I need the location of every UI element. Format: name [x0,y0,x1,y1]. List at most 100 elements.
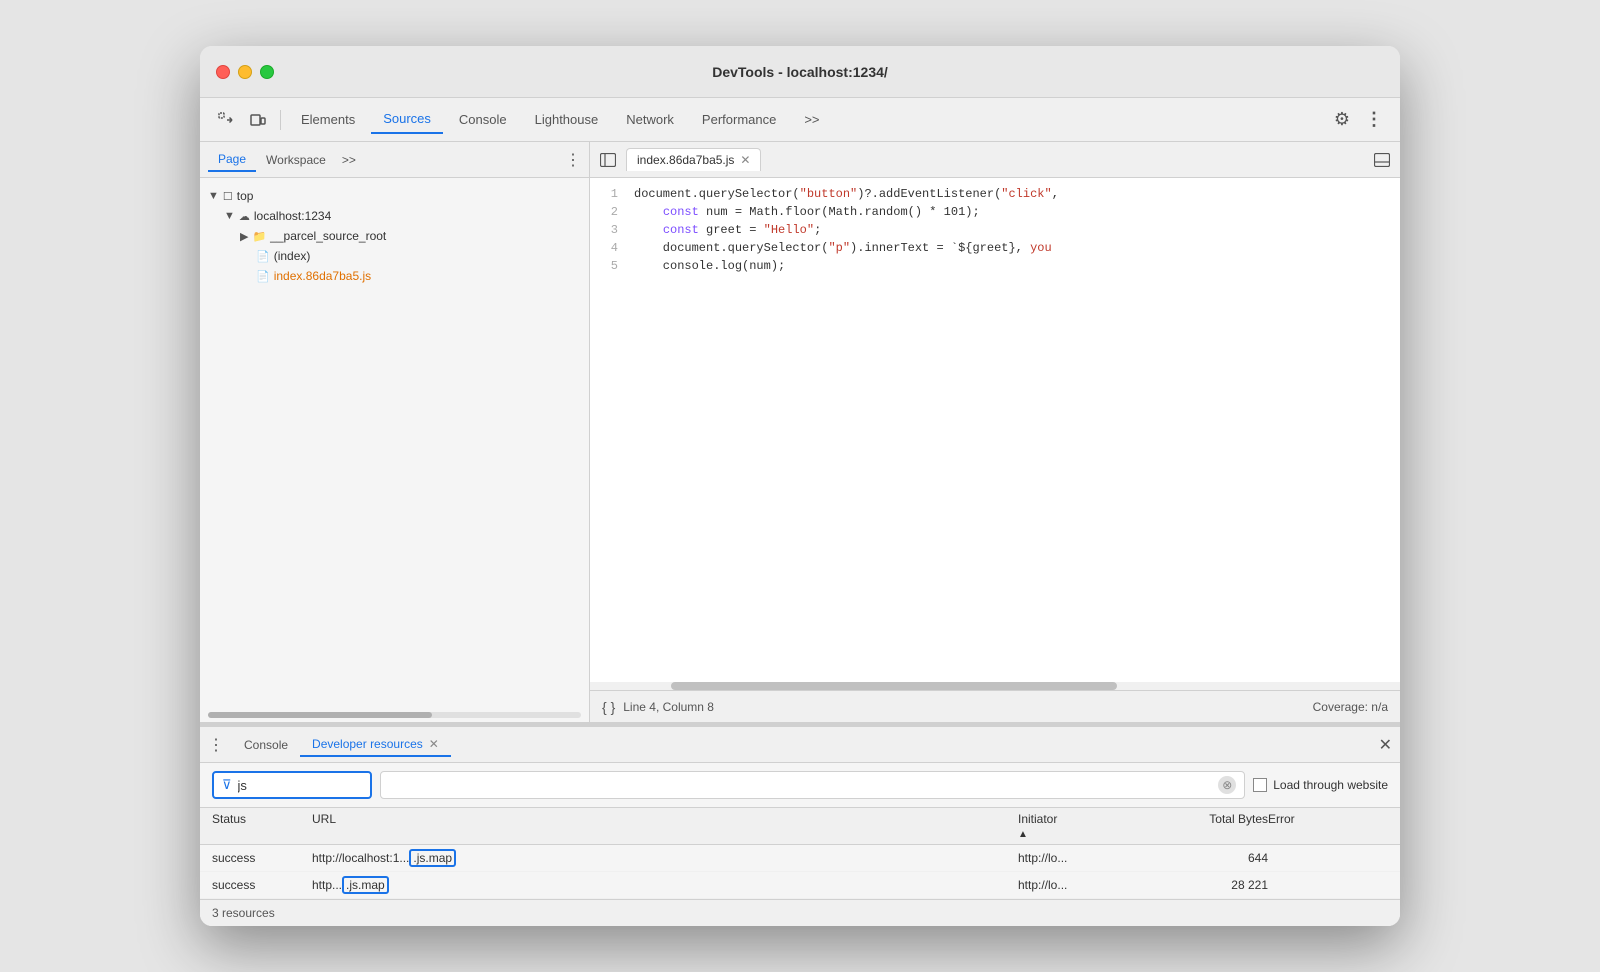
tab-more[interactable]: >> [792,106,831,133]
row1-url-prefix: http://localhost:1... [312,851,409,865]
panel-toggle-icon[interactable] [1368,146,1396,174]
load-through-website-checkbox[interactable] [1253,778,1267,792]
tree-label-top: top [237,189,254,203]
filter-area: ⊽ ⊗ Load through website [200,763,1400,808]
code-line-1: 1 document.querySelector("button")?.addE… [590,186,1400,204]
tab-elements[interactable]: Elements [289,106,367,133]
row1-status: success [212,851,312,865]
traffic-lights [216,65,274,79]
settings-icon[interactable]: ⚙ [1328,106,1356,134]
row2-url: http....js.map [312,878,1018,892]
tree-item-top[interactable]: ▼ ☐ top [200,186,589,206]
row2-bytes: 28 221 [1168,878,1268,892]
sidebar-toggle-icon[interactable] [594,146,622,174]
bottom-tab-bar: ⋮ Console Developer resources ✕ ✕ [200,727,1400,763]
code-horizontal-scrollbar[interactable] [590,682,1400,690]
tab-network[interactable]: Network [614,106,686,133]
table-row[interactable]: success http....js.map http://lo... 28 2… [200,872,1400,899]
coverage-status: Coverage: n/a [1313,700,1388,714]
editor-tab-close-icon[interactable]: ✕ [740,153,750,167]
bottom-panel: ⋮ Console Developer resources ✕ ✕ ⊽ ⊗ Lo… [200,726,1400,926]
table-row[interactable]: success http://localhost:1....js.map htt… [200,845,1400,872]
col-header-url[interactable]: URL [312,812,1018,840]
filter-type-wrapper[interactable]: ⊽ [212,771,372,799]
load-through-website-label: Load through website [1273,778,1388,792]
filter-main-wrapper[interactable]: ⊗ [380,771,1245,799]
col-header-status: Status [212,812,312,840]
window-title: DevTools - localhost:1234/ [712,64,888,80]
status-bar: { } Line 4, Column 8 Coverage: n/a [590,690,1400,722]
tree-folder-parcel: 📁 [252,230,266,243]
tab-page[interactable]: Page [208,148,256,172]
row2-url-suffix: .js.map [342,876,389,894]
file-tree-scrollbar[interactable] [208,712,581,718]
code-scrollbar-thumb [671,682,1117,690]
table-header: Status URL Initiator ▲ Total Bytes Error [200,808,1400,845]
line-num-3: 3 [590,223,630,239]
filter-main-input[interactable] [389,778,1218,793]
title-bar: DevTools - localhost:1234/ [200,46,1400,98]
line-content-1: document.querySelector("button")?.addEve… [630,187,1400,203]
tree-label-index: (index) [274,249,311,263]
panel-options-icon[interactable]: ⋮ [565,150,581,170]
sort-arrow-icon: ▲ [1018,829,1028,840]
line-content-4: document.querySelector("p").innerText = … [630,241,1400,257]
tab-console[interactable]: Console [447,106,519,133]
tree-arrow-localhost: ▼ [224,210,235,222]
line-content-2: const num = Math.floor(Math.random() * 1… [630,205,1400,221]
panel-tabs: Page Workspace >> ⋮ [200,142,589,178]
tab-workspace[interactable]: Workspace [256,149,336,171]
tree-label-parcel: __parcel_source_root [270,229,386,243]
tab-sources[interactable]: Sources [371,105,443,134]
bottom-tab-options-icon[interactable]: ⋮ [208,735,224,755]
resources-footer: 3 resources [200,899,1400,926]
code-line-4: 4 document.querySelector("p").innerText … [590,240,1400,258]
file-tree: ▼ ☐ top ▼ ☁ localhost:1234 ▶ 📁 __parcel_… [200,178,589,708]
editor-tab-js[interactable]: index.86da7ba5.js ✕ [626,148,761,171]
tab-console-bottom[interactable]: Console [232,734,300,756]
filter-clear-button[interactable]: ⊗ [1218,776,1236,794]
left-panel: Page Workspace >> ⋮ ▼ ☐ top ▼ ☁ localhos… [200,142,590,722]
tree-item-js[interactable]: 📄 index.86da7ba5.js [200,266,589,286]
filter-funnel-icon: ⊽ [222,777,232,793]
right-panel: index.86da7ba5.js ✕ 1 document.querySele… [590,142,1400,722]
resources-table: Status URL Initiator ▲ Total Bytes Error… [200,808,1400,899]
tree-cloud-icon: ☁ [239,210,250,223]
filter-type-input[interactable] [238,778,318,793]
row1-initiator: http://lo... [1018,851,1168,865]
tab-developer-resources[interactable]: Developer resources ✕ [300,733,451,757]
developer-resources-close-icon[interactable]: ✕ [429,737,439,751]
col-header-initiator[interactable]: Initiator ▲ [1018,812,1168,840]
tree-file-index: 📄 [256,250,270,263]
tree-item-parcel[interactable]: ▶ 📁 __parcel_source_root [200,226,589,246]
code-editor[interactable]: 1 document.querySelector("button")?.addE… [590,178,1400,682]
tab-lighthouse[interactable]: Lighthouse [523,106,611,133]
file-tree-scrollbar-thumb [208,712,432,718]
line-content-3: const greet = "Hello"; [630,223,1400,239]
bottom-panel-close-icon[interactable]: ✕ [1379,735,1392,755]
minimize-button[interactable] [238,65,252,79]
device-toggle-icon[interactable] [244,106,272,134]
panel-tab-more[interactable]: >> [336,149,362,171]
tree-item-localhost[interactable]: ▼ ☁ localhost:1234 [200,206,589,226]
editor-tab-filename: index.86da7ba5.js [637,153,734,167]
resources-count: 3 resources [212,906,275,920]
close-button[interactable] [216,65,230,79]
cursor-tool-icon[interactable] [212,106,240,134]
tree-item-index[interactable]: 📄 (index) [200,246,589,266]
tab-performance[interactable]: Performance [690,106,788,133]
col-header-bytes[interactable]: Total Bytes [1168,812,1268,840]
format-icon[interactable]: { } [602,699,615,715]
tree-file-js: 📄 [256,270,270,283]
tree-folder-top: ☐ [223,190,233,203]
tree-arrow-parcel: ▶ [240,230,248,243]
row2-status: success [212,878,312,892]
main-content: Page Workspace >> ⋮ ▼ ☐ top ▼ ☁ localhos… [200,142,1400,722]
col-header-error: Error [1268,812,1388,840]
row2-initiator: http://lo... [1018,878,1168,892]
line-num-4: 4 [590,241,630,257]
line-content-5: console.log(num); [630,259,1400,275]
row1-url: http://localhost:1....js.map [312,851,1018,865]
maximize-button[interactable] [260,65,274,79]
more-options-icon[interactable]: ⋮ [1360,106,1388,134]
